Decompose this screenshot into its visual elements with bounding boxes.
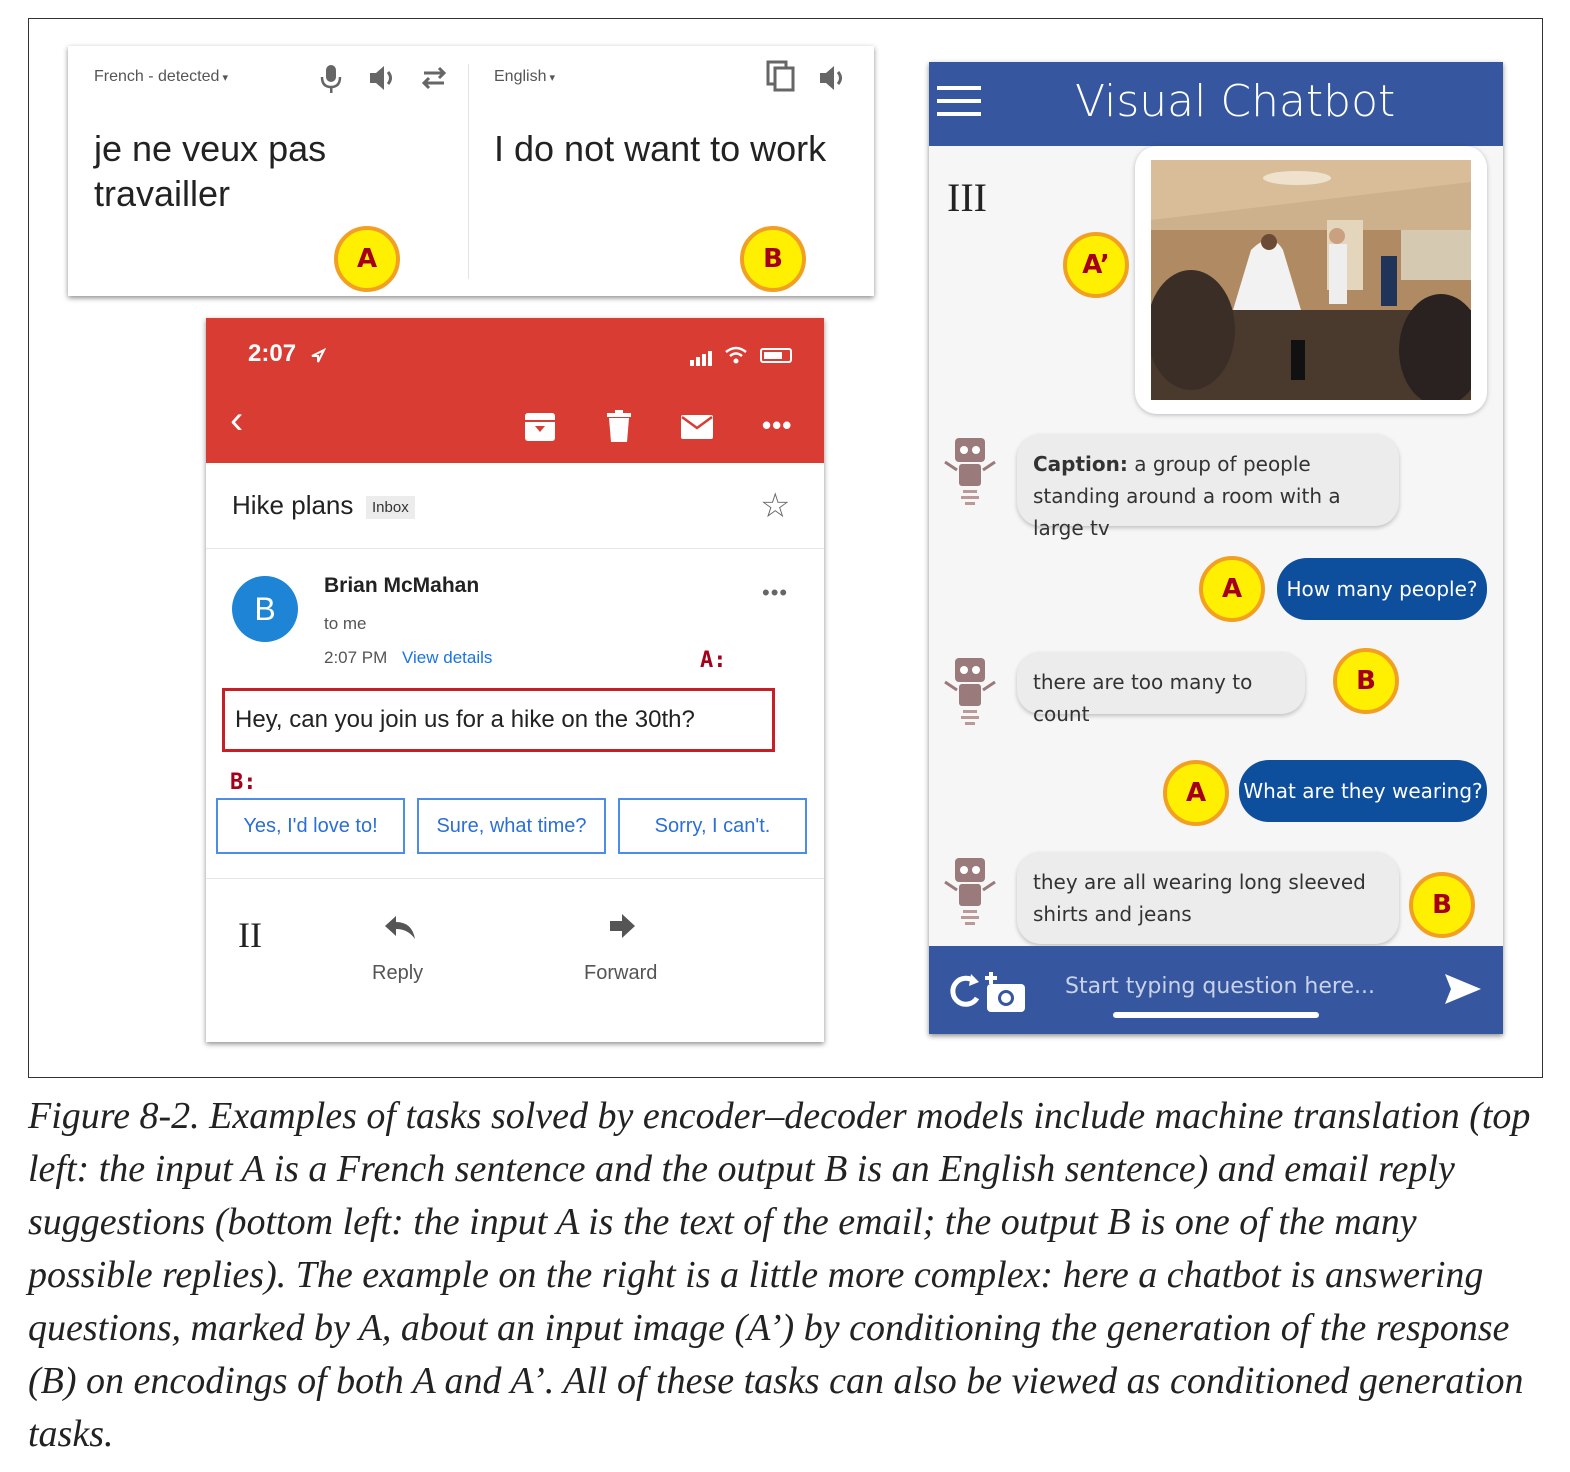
message-more-icon[interactable]: ••• [762,580,788,606]
avatar[interactable]: B [232,576,298,642]
trash-icon[interactable] [606,410,632,442]
smart-reply-2[interactable]: Sure, what time? [417,798,606,854]
back-arrow-icon[interactable]: ‹ [230,400,243,440]
chat-input-bar: Start typing question here... [929,946,1503,1034]
email-panel: 2:07 ‹ ••• Hike plans Inbox ☆ B Brian Mc… [206,318,824,1042]
caption-message: Caption: a group of people standing arou… [1017,434,1399,540]
label-b: B: [230,770,257,795]
translated-text: I do not want to work [494,128,827,169]
input-underline [1113,1012,1319,1018]
mail-icon[interactable] [680,414,714,440]
copy-icon[interactable] [766,60,796,92]
source-text[interactable]: je ne veux pas travailler [94,126,434,216]
sender-name: Brian McMahan [324,574,480,597]
target-language-select[interactable]: English [494,68,555,86]
translation-panel: French - detected English je ne veux pas… [68,46,874,296]
location-arrow-icon [311,348,326,363]
divider [206,548,824,549]
bot-answer-1: there are too many to count [1017,652,1305,726]
source-language-select[interactable]: French - detected [94,68,228,86]
reply-icon[interactable] [384,914,416,940]
menu-icon[interactable] [937,86,981,120]
chatbot-header: Visual Chatbot [929,62,1503,146]
speaker-icon[interactable] [368,64,398,92]
bot-answer-2: they are all wearing long sleeved shirts… [1017,852,1399,944]
refresh-camera-icon[interactable] [949,968,1029,1014]
status-time: 2:07 [248,340,297,367]
swap-languages-icon[interactable] [420,66,448,90]
robot-avatar-icon [944,858,996,925]
email-body: Hey, can you join us for a hike on the 3… [222,688,775,752]
reply-button[interactable]: Reply [372,962,423,985]
caption-label: Caption: [1033,452,1128,476]
panel-label-iii: III [947,175,987,220]
microphone-icon[interactable] [320,64,342,94]
question-input[interactable]: Start typing question here... [1065,974,1375,999]
smart-reply-1[interactable]: Yes, I'd love to! [216,798,405,854]
battery-icon [760,348,792,363]
badge-b: B [1333,648,1399,714]
badge-a: A [1199,556,1265,622]
panel-divider [468,64,469,279]
robot-avatar-icon [944,438,996,505]
input-image[interactable] [1151,160,1471,400]
badge-b: B [740,226,806,292]
email-subject: Hike plans [232,490,354,520]
forward-button[interactable]: Forward [584,962,657,985]
badge-b: B [1409,872,1475,938]
chatbot-panel: Visual Chatbot III A’ Caption: a group o… [929,62,1503,1034]
badge-a: A [334,226,400,292]
view-details-link[interactable]: View details [402,648,492,668]
user-question-2: What are they wearing? [1239,760,1487,822]
label-a: A: [700,648,727,673]
panel-label-ii: II [238,915,262,955]
badge-a: A [1163,760,1229,826]
divider [206,878,824,879]
star-icon[interactable]: ☆ [760,486,790,526]
speaker-icon[interactable] [818,64,848,92]
user-question-1: How many people? [1277,558,1487,620]
figure-caption: Figure 8-2. Examples of tasks solved by … [28,1095,1531,1455]
signal-icon [690,348,714,366]
sent-time: 2:07 PM [324,648,388,667]
input-image-card [1135,146,1487,414]
smart-reply-3[interactable]: Sorry, I can't. [618,798,807,854]
forward-icon[interactable] [608,912,636,940]
badge-a-prime: A’ [1063,232,1129,298]
robot-avatar-icon [944,658,996,725]
send-icon[interactable] [1443,972,1483,1006]
more-options-icon[interactable]: ••• [762,410,792,441]
email-header-bar: 2:07 ‹ ••• [206,318,824,463]
inbox-label[interactable]: Inbox [366,496,415,519]
recipient-text: to me [324,614,367,633]
archive-icon[interactable] [524,412,556,442]
wifi-icon [725,346,747,364]
chatbot-title: Visual Chatbot [1075,76,1396,127]
